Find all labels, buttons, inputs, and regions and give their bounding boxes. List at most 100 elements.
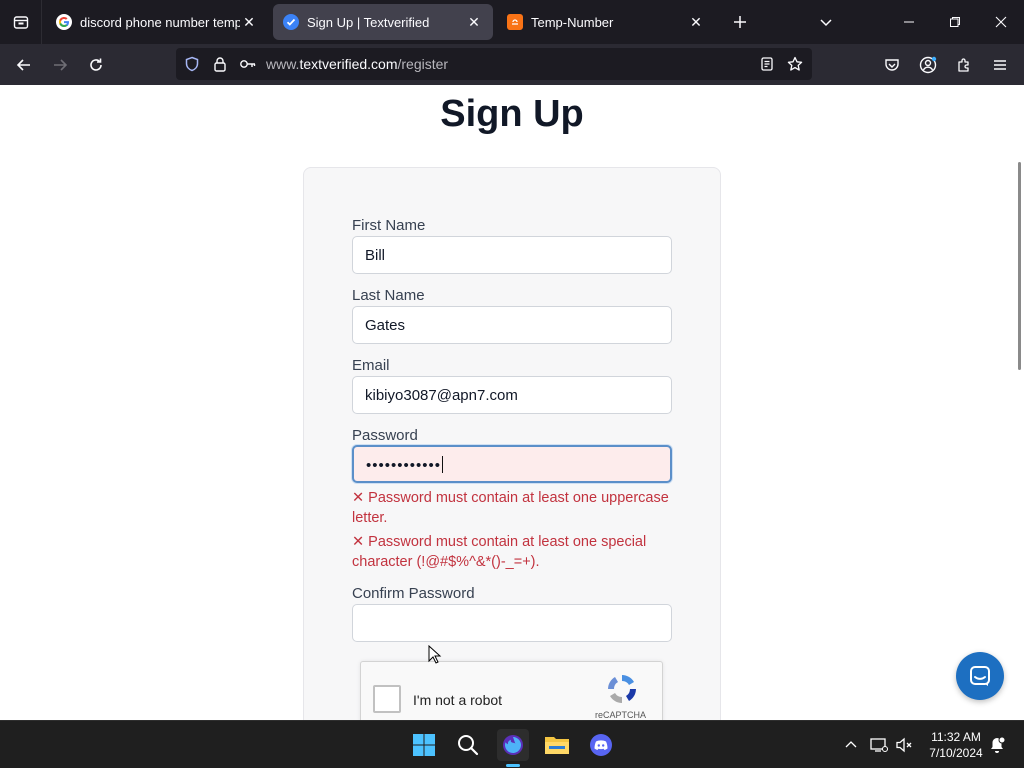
- password-label: Password: [352, 427, 418, 444]
- reload-icon: [90, 58, 102, 71]
- arrow-right-icon: [54, 59, 68, 71]
- discord-icon: [590, 734, 612, 756]
- password-mask: ••••••••••••: [366, 457, 442, 474]
- close-tab-icon[interactable]: ✕: [687, 13, 705, 31]
- active-app-indicator: [506, 764, 520, 767]
- tab-discord-search[interactable]: discord phone number temp - ( ✕: [46, 4, 268, 40]
- support-chat-button[interactable]: [956, 652, 1004, 700]
- notifications-button[interactable]: [987, 735, 1007, 755]
- bookmark-star-icon[interactable]: [784, 53, 806, 75]
- error-x-icon: ✕: [352, 490, 365, 506]
- recaptcha-widget: I'm not a robot reCAPTCHA: [360, 661, 663, 720]
- pocket-icon: [885, 59, 899, 71]
- url-prefix: www.: [266, 56, 300, 72]
- minimize-icon: [904, 21, 914, 23]
- page-viewport: Sign Up First Name Bill Last Name Gates …: [0, 85, 1024, 720]
- close-icon: [995, 16, 1007, 28]
- firefox-icon: [503, 735, 523, 755]
- search-icon: [458, 735, 479, 756]
- key-icon[interactable]: [237, 53, 259, 75]
- page-scrollbar[interactable]: [1018, 162, 1021, 370]
- restore-button[interactable]: [932, 0, 978, 44]
- account-icon: [919, 56, 937, 74]
- back-button[interactable]: [9, 50, 39, 80]
- chevron-up-icon: [845, 741, 857, 748]
- firefox-taskbar-button[interactable]: [497, 729, 529, 761]
- notification-bell-icon: [991, 736, 1006, 753]
- temp-number-icon: [507, 14, 523, 30]
- textverified-check-icon: [283, 14, 299, 30]
- volume-button[interactable]: [894, 735, 914, 755]
- url-host: textverified.com: [299, 56, 398, 72]
- extensions-button[interactable]: [949, 50, 979, 80]
- google-icon: [56, 14, 72, 30]
- page-title: Sign Up: [440, 93, 584, 135]
- password-error-uppercase: ✕ Password must contain at least one uppe…: [352, 488, 672, 528]
- email-input[interactable]: kibiyo3087@apn7.com: [352, 376, 672, 414]
- first-name-label: First Name: [352, 217, 426, 234]
- arrow-left-icon: [16, 59, 30, 71]
- windows-logo-icon: [413, 734, 435, 756]
- error-x-icon: ✕: [352, 534, 365, 550]
- plus-icon: [734, 16, 746, 28]
- confirm-password-label: Confirm Password: [352, 585, 475, 602]
- reload-button[interactable]: [81, 50, 111, 80]
- recaptcha-checkbox[interactable]: [373, 685, 401, 713]
- new-tab-button[interactable]: [728, 10, 752, 34]
- error-text: Password must contain at least one upper…: [352, 490, 669, 526]
- lock-icon[interactable]: [209, 53, 231, 75]
- password-input[interactable]: ••••••••••••: [352, 445, 672, 483]
- address-bar[interactable]: www.textverified.com/register: [176, 48, 812, 80]
- discord-button[interactable]: [585, 729, 617, 761]
- file-explorer-button[interactable]: [541, 729, 573, 761]
- tab-temp-number[interactable]: Temp-Number ✕: [497, 4, 715, 40]
- last-name-label: Last Name: [352, 287, 425, 304]
- forward-button[interactable]: [45, 50, 75, 80]
- url-text[interactable]: www.textverified.com/register: [266, 56, 448, 72]
- tracking-protection-shield-icon[interactable]: [181, 53, 203, 75]
- clock-time: 11:32 AM: [931, 730, 981, 744]
- volume-muted-icon: [896, 737, 912, 753]
- tab-title: Temp-Number: [531, 14, 614, 30]
- confirm-password-input[interactable]: [352, 604, 672, 642]
- start-button[interactable]: [408, 729, 440, 761]
- restore-icon: [950, 17, 960, 27]
- tab-strip: discord phone number temp - ( ✕ Sign Up …: [0, 0, 1024, 44]
- network-button[interactable]: [869, 735, 889, 755]
- password-error-special: ✕ Password must contain at least one spec…: [352, 532, 672, 572]
- text-caret: [442, 456, 444, 473]
- recaptcha-brand: reCAPTCHA: [595, 710, 647, 720]
- tab-title: Sign Up | Textverified: [307, 14, 430, 30]
- last-name-input[interactable]: Gates: [352, 306, 672, 344]
- chat-icon: [970, 666, 990, 686]
- list-all-tabs-button[interactable]: [814, 10, 838, 34]
- pocket-button[interactable]: [877, 50, 907, 80]
- hamburger-menu-icon: [994, 60, 1006, 70]
- close-tab-icon[interactable]: ✕: [240, 13, 258, 31]
- show-hidden-icons-button[interactable]: [841, 735, 861, 755]
- puzzle-icon: [958, 58, 969, 72]
- first-name-input[interactable]: Bill: [352, 236, 672, 274]
- search-button[interactable]: [452, 729, 484, 761]
- close-window-button[interactable]: [978, 0, 1024, 44]
- folder-icon: [545, 737, 569, 754]
- firefox-view-icon: [13, 16, 28, 29]
- minimize-button[interactable]: [886, 0, 932, 44]
- url-path: /register: [397, 56, 449, 72]
- windows-taskbar: 11:32 AM 7/10/2024: [0, 720, 1024, 768]
- email-label: Email: [352, 357, 390, 374]
- tab-sign-up[interactable]: Sign Up | Textverified ✕: [273, 4, 493, 40]
- tab-title: discord phone number temp - (: [80, 14, 240, 30]
- firefox-view-button[interactable]: [0, 0, 42, 44]
- system-clock[interactable]: 11:32 AM 7/10/2024: [920, 729, 992, 761]
- network-icon: [870, 738, 888, 752]
- error-text: Password must contain at least one speci…: [352, 534, 647, 570]
- recaptcha-logo-icon: [608, 675, 636, 703]
- recaptcha-label: I'm not a robot: [413, 692, 503, 708]
- account-button[interactable]: [913, 50, 943, 80]
- reader-view-icon[interactable]: [756, 53, 778, 75]
- clock-date: 7/10/2024: [929, 746, 983, 760]
- navigation-toolbar: www.textverified.com/register: [0, 44, 1024, 85]
- close-tab-icon[interactable]: ✕: [465, 13, 483, 31]
- app-menu-button[interactable]: [985, 50, 1015, 80]
